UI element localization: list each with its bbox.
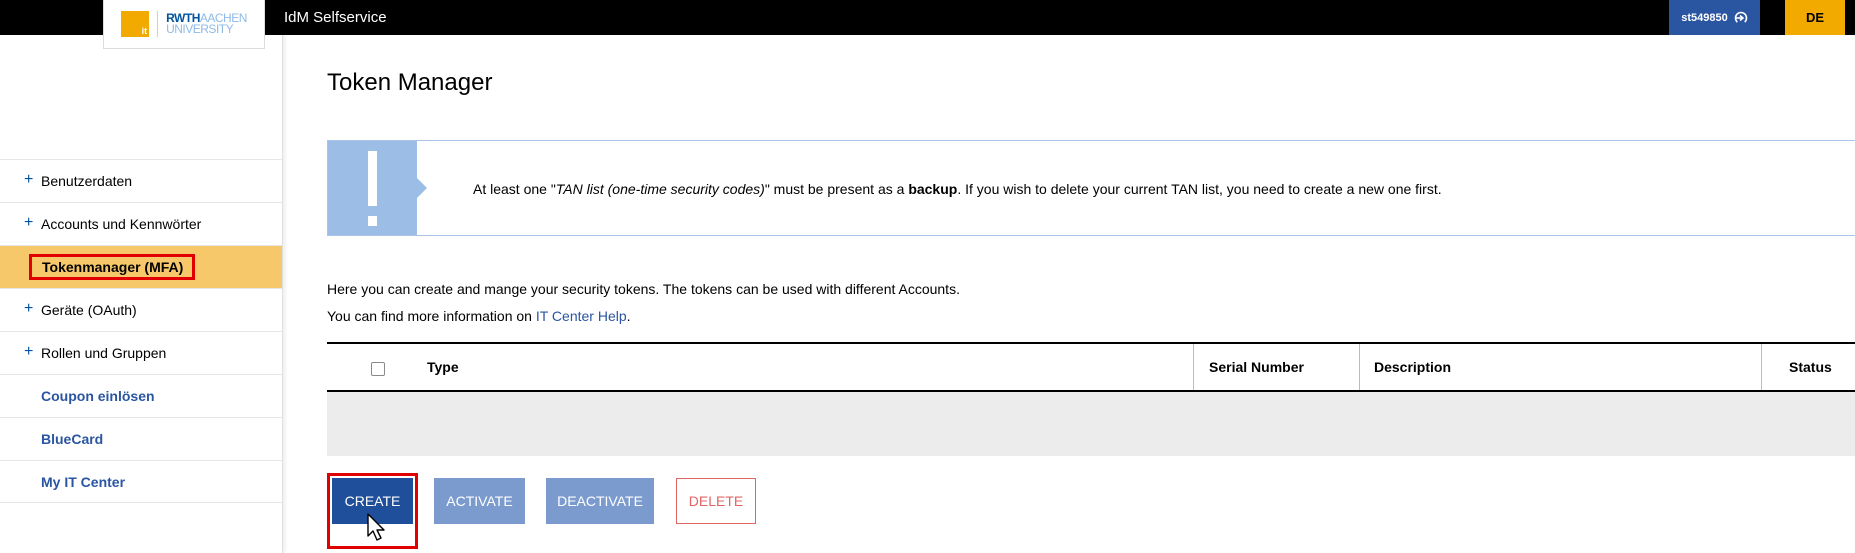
sidebar-item-label: My IT Center — [41, 473, 126, 490]
sidebar-item-geraete[interactable]: + Geräte (OAuth) — [0, 288, 282, 331]
table-empty-body — [327, 392, 1855, 456]
delete-button[interactable]: DELETE — [676, 478, 756, 524]
top-bar — [0, 0, 1855, 35]
exclamation-icon — [328, 141, 417, 235]
it-center-help-link[interactable]: IT Center Help — [536, 308, 627, 324]
rwth-logo: RWTHAACHEN UNIVERSITY — [166, 11, 247, 36]
token-table: Type Serial Number Description Status — [327, 342, 1855, 456]
sidebar-item-label: Rollen und Gruppen — [41, 345, 167, 361]
user-id: st549850 — [1681, 11, 1728, 24]
logout-icon — [1734, 11, 1748, 24]
mouse-cursor-icon — [367, 513, 385, 541]
sidebar: + Benutzerdaten + Accounts und Kennwörte… — [0, 35, 283, 553]
plus-icon: + — [24, 343, 34, 360]
activate-button[interactable]: ACTIVATE — [434, 478, 525, 524]
sidebar-item-coupon[interactable]: Coupon einlösen — [0, 374, 282, 417]
sidebar-item-bluecard[interactable]: BlueCard — [0, 417, 282, 460]
select-all-checkbox[interactable] — [371, 362, 385, 376]
column-serial-number[interactable]: Serial Number — [1193, 344, 1304, 390]
user-logout-button[interactable]: st549850 — [1669, 0, 1760, 35]
help-text: You can find more information on IT Cent… — [327, 308, 631, 324]
sidebar-item-label: Accounts und Kennwörter — [41, 216, 202, 232]
sidebar-item-tokenmanager[interactable]: Tokenmanager (MFA) — [0, 245, 282, 288]
sidebar-item-my-it-center[interactable]: My IT Center — [0, 460, 282, 503]
sidebar-item-rollen[interactable]: + Rollen und Gruppen — [0, 331, 282, 374]
info-arrow — [416, 177, 427, 199]
logo[interactable]: it RWTHAACHEN UNIVERSITY — [103, 0, 265, 49]
it-center-logo-icon: it — [121, 11, 150, 37]
plus-icon: + — [24, 300, 34, 317]
sidebar-item-label: Benutzerdaten — [41, 173, 133, 189]
table-header: Type Serial Number Description Status — [327, 342, 1855, 392]
sidebar-item-label: Tokenmanager (MFA) — [29, 254, 196, 280]
sidebar-item-label: Geräte (OAuth) — [41, 302, 137, 318]
column-status[interactable]: Status — [1761, 344, 1832, 390]
app-title: IdM Selfservice — [284, 9, 387, 26]
deactivate-button[interactable]: DEACTIVATE — [546, 478, 654, 524]
sidebar-item-label: Coupon einlösen — [41, 388, 155, 404]
info-text: At least one "TAN list (one-time securit… — [473, 181, 1442, 197]
logo-separator — [157, 11, 159, 37]
sidebar-item-label: BlueCard — [41, 431, 104, 447]
column-type[interactable]: Type — [427, 344, 459, 390]
column-description[interactable]: Description — [1359, 344, 1451, 390]
plus-icon: + — [24, 214, 34, 231]
page-title: Token Manager — [327, 69, 493, 96]
plus-icon: + — [24, 171, 34, 188]
sidebar-item-accounts[interactable]: + Accounts und Kennwörter — [0, 202, 282, 245]
sidebar-item-benutzerdaten[interactable]: + Benutzerdaten — [0, 159, 282, 202]
language-toggle[interactable]: DE — [1785, 0, 1845, 35]
sidebar-nav: + Benutzerdaten + Accounts und Kennwörte… — [0, 159, 282, 503]
info-alert: At least one "TAN list (one-time securit… — [327, 140, 1855, 236]
intro-text: Here you can create and mange your secur… — [327, 281, 960, 297]
